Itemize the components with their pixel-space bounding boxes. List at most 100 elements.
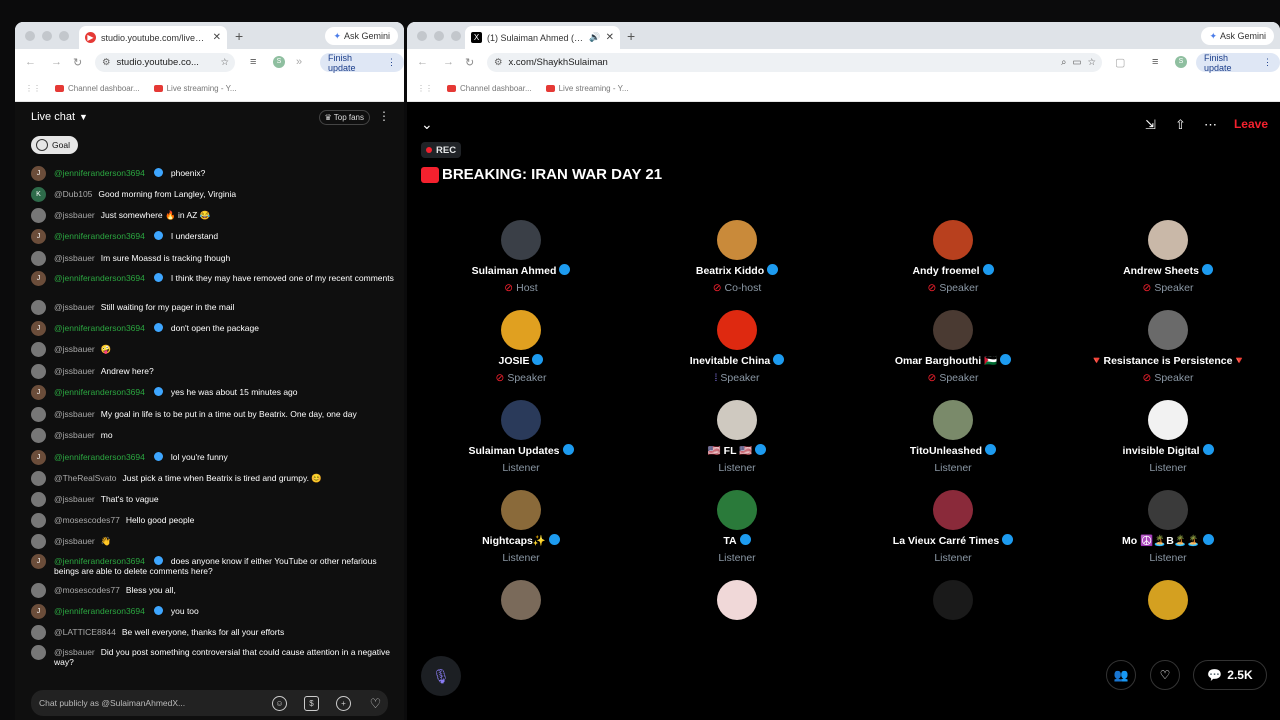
avatar[interactable]: K <box>31 187 46 202</box>
back-icon[interactable]: ← <box>25 56 36 68</box>
participant-avatar[interactable] <box>933 490 973 530</box>
avatar[interactable] <box>31 428 46 443</box>
participant-avatar[interactable] <box>501 400 541 440</box>
chat-username[interactable]: @jssbauer <box>54 302 95 312</box>
ask-gemini-button[interactable]: ✦ Ask Gemini <box>325 27 398 45</box>
heart-icon[interactable]: ♡ <box>368 696 383 711</box>
finish-update-button[interactable]: Finish update ⋮ <box>1196 53 1280 73</box>
avatar[interactable] <box>31 645 46 660</box>
url-field[interactable]: ⚙ x.com/ShaykhSulaiman ⌕ ▭ ☆ <box>487 53 1102 72</box>
avatar[interactable] <box>31 407 46 422</box>
close-tab-icon[interactable]: ✕ <box>213 32 221 43</box>
chat-username[interactable]: @jssbauer <box>54 409 95 419</box>
participant-avatar[interactable] <box>717 220 757 260</box>
participant[interactable]: 🔻Resistance is Persistence🔻 ⊘ Speaker <box>1068 310 1268 384</box>
avatar[interactable]: J <box>31 321 46 336</box>
participant[interactable]: Nightcaps✨ Listener <box>421 490 621 564</box>
participant-avatar[interactable] <box>501 580 541 620</box>
bookmark-live-streaming[interactable]: Live streaming - Y... <box>545 84 629 93</box>
chat-username[interactable]: @mosescodes77 <box>54 585 120 595</box>
participant-avatar[interactable] <box>717 310 757 350</box>
live-chat-title[interactable]: Live chat <box>31 111 75 123</box>
chat-username[interactable]: @jssbauer <box>54 536 95 546</box>
participant[interactable] <box>421 580 621 620</box>
forward-icon[interactable]: → <box>443 56 454 68</box>
reload-icon[interactable]: ↻ <box>465 56 474 69</box>
tab-x-profile[interactable]: X (1) Sulaiman Ahmed (@Sh... 🔊 ✕ <box>465 26 620 49</box>
participant[interactable]: TA Listener <box>637 490 837 564</box>
close-tab-icon[interactable]: ✕ <box>606 32 614 43</box>
participant-avatar[interactable] <box>1148 580 1188 620</box>
participant[interactable] <box>637 580 837 620</box>
new-tab-icon[interactable]: + <box>627 28 635 44</box>
avatar[interactable]: J <box>31 385 46 400</box>
chat-username[interactable]: @jssbauer <box>54 344 95 354</box>
chat-username[interactable]: @jenniferanderson3694 <box>54 273 145 283</box>
microphone-button[interactable]: 🎙 <box>421 656 461 696</box>
chevron-down-icon[interactable]: ▼ <box>79 112 88 122</box>
apps-grid-icon[interactable]: ⋮⋮ <box>417 84 433 93</box>
url-field[interactable]: ⚙ studio.youtube.co... ☆ <box>95 53 235 72</box>
chat-username[interactable]: @jenniferanderson3694 <box>54 387 145 397</box>
participant[interactable]: Mo ☮️🏝️B🏝️🏝️ Listener <box>1068 490 1268 564</box>
chat-username[interactable]: @jenniferanderson3694 <box>54 606 145 616</box>
replies-button[interactable]: 💬 2.5K <box>1193 660 1267 690</box>
participant-avatar[interactable] <box>717 580 757 620</box>
chat-username[interactable]: @jssbauer <box>54 210 95 220</box>
bookmark-channel-dashboard[interactable]: Channel dashboar... <box>55 84 140 93</box>
avatar[interactable]: J <box>31 450 46 465</box>
emoji-icon[interactable]: ☺ <box>272 696 287 711</box>
chat-username[interactable]: @jenniferanderson3694 <box>54 556 145 566</box>
share-icon[interactable]: ⇧ <box>1175 117 1186 133</box>
chat-username[interactable]: @jssbauer <box>54 647 95 657</box>
participant[interactable]: Sulaiman Updates Listener <box>421 400 621 474</box>
participant[interactable]: Andrew Sheets ⊘ Speaker <box>1068 220 1268 294</box>
participant-avatar[interactable] <box>1148 400 1188 440</box>
window-controls[interactable] <box>417 31 461 41</box>
tab-live-chat[interactable]: ▶ studio.youtube.com/live_chat ✕ <box>79 26 227 49</box>
top-fans-button[interactable]: ♛ Top fans <box>318 110 370 125</box>
participant-avatar[interactable] <box>501 220 541 260</box>
install-icon[interactable]: ▭ <box>1072 57 1081 68</box>
avatar[interactable]: J <box>31 554 46 569</box>
participant[interactable]: Beatrix Kiddo ⊘ Co-host <box>637 220 837 294</box>
avatar[interactable] <box>31 364 46 379</box>
chat-username[interactable]: @mosescodes77 <box>54 515 120 525</box>
leave-button[interactable]: Leave <box>1234 117 1268 131</box>
zoom-icon[interactable]: ⌕ <box>1061 57 1066 68</box>
participant[interactable]: JOSIE ⊘ Speaker <box>421 310 621 384</box>
chat-username[interactable]: @jenniferanderson3694 <box>54 168 145 178</box>
super-chat-icon[interactable]: $ <box>304 696 319 711</box>
dock-icon[interactable]: ⇲ <box>1145 117 1156 133</box>
chat-username[interactable]: @jssbauer <box>54 494 95 504</box>
chat-username[interactable]: @TheRealSvato <box>54 473 117 483</box>
avatar[interactable] <box>31 300 46 315</box>
participant[interactable]: Andy froemel ⊘ Speaker <box>853 220 1053 294</box>
chat-username[interactable]: @jenniferanderson3694 <box>54 323 145 333</box>
avatar[interactable] <box>31 513 46 528</box>
add-icon[interactable]: + <box>336 696 351 711</box>
reload-icon[interactable]: ↻ <box>73 56 82 69</box>
bookmark-live-streaming[interactable]: Live streaming - Y... <box>153 84 237 93</box>
more-options-icon[interactable]: ⋯ <box>1204 117 1217 133</box>
reaction-button[interactable]: ♡ <box>1150 660 1180 690</box>
ask-gemini-button[interactable]: ✦ Ask Gemini <box>1201 27 1274 45</box>
speaker-icon[interactable]: 🔊 <box>589 32 600 43</box>
participant[interactable]: invisible Digital Listener <box>1068 400 1268 474</box>
bookmark-star-icon[interactable]: ☆ <box>1087 57 1096 68</box>
participant-avatar[interactable] <box>717 400 757 440</box>
participant-avatar[interactable] <box>933 310 973 350</box>
participant[interactable] <box>853 580 1053 620</box>
avatar[interactable] <box>31 208 46 223</box>
chat-username[interactable]: @jssbauer <box>54 430 95 440</box>
participant-avatar[interactable] <box>933 400 973 440</box>
participant[interactable]: TitoUnleashed Listener <box>853 400 1053 474</box>
avatar[interactable] <box>31 342 46 357</box>
apps-grid-icon[interactable]: ⋮⋮ <box>25 84 41 93</box>
participant-avatar[interactable] <box>501 490 541 530</box>
participant-avatar[interactable] <box>933 580 973 620</box>
forward-icon[interactable]: → <box>51 56 62 68</box>
more-tabs-icon[interactable]: » <box>296 56 302 68</box>
avatar[interactable] <box>31 251 46 266</box>
participant-avatar[interactable] <box>1148 310 1188 350</box>
